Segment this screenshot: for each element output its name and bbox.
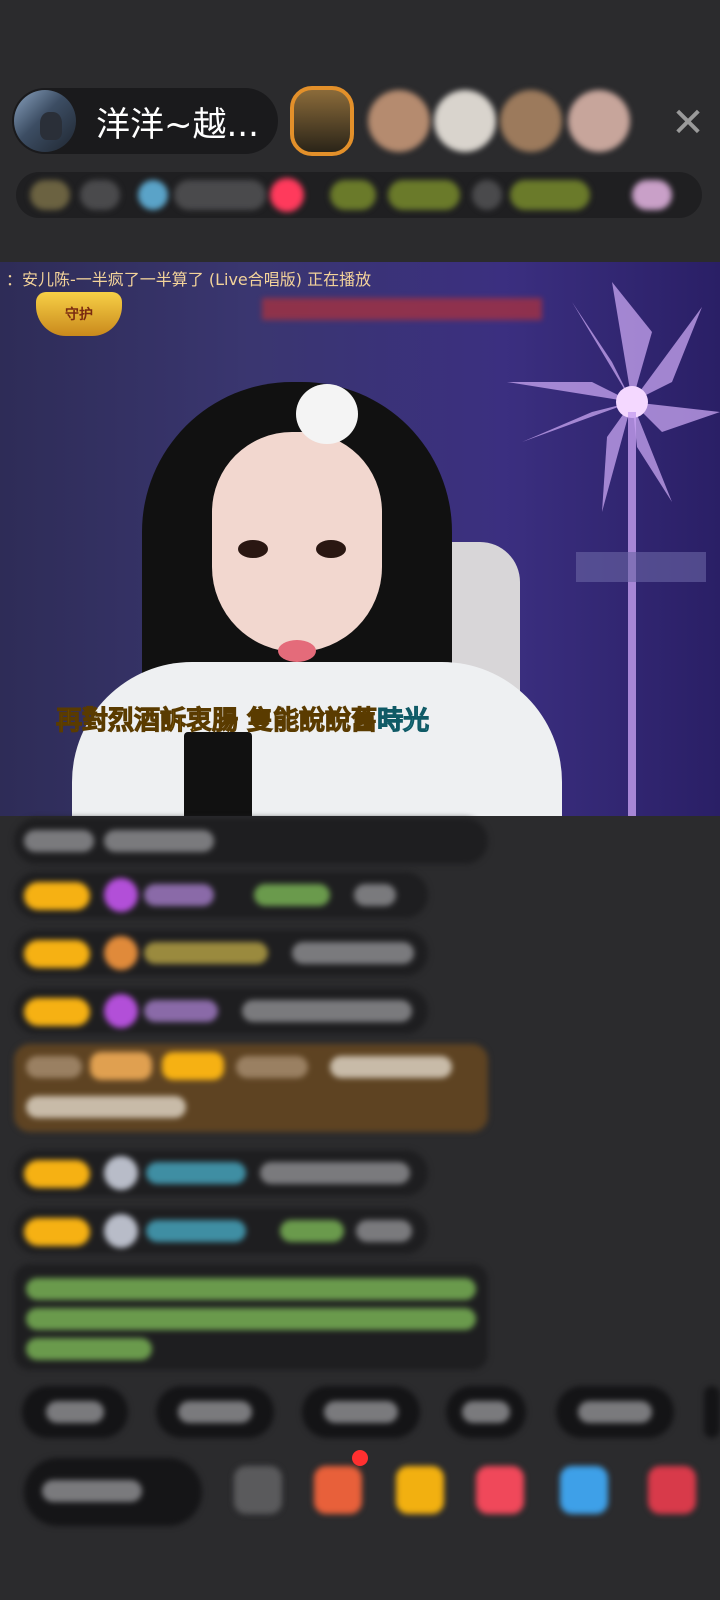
task-chip[interactable]: [388, 180, 460, 210]
notice-text: [26, 1278, 476, 1300]
lyric-subtitle: 再對烈酒訴衷腸 隻能說說舊時光: [55, 700, 430, 737]
live-video[interactable]: ：安儿陈-一半疯了一半算了 (Live合唱版) 正在播放 守护 再對烈酒訴衷腸 …: [0, 262, 720, 816]
quick-action-label: [178, 1401, 252, 1423]
level-badge: [24, 940, 90, 968]
chat-username[interactable]: [280, 1220, 344, 1242]
level-badge: [24, 882, 90, 910]
level-badge: [24, 1218, 90, 1246]
quick-action-label: [46, 1401, 104, 1423]
host-avatar[interactable]: [14, 90, 76, 152]
comment-placeholder: [42, 1480, 142, 1502]
host-name: 洋洋~越...: [96, 104, 259, 145]
task-chip[interactable]: [472, 180, 502, 210]
streamer-eye: [316, 540, 346, 558]
rank-chip[interactable]: [30, 180, 70, 210]
quick-action-button[interactable]: [22, 1386, 128, 1438]
diamond-icon: [104, 994, 138, 1028]
notice-text: [26, 1308, 476, 1330]
viewer-avatar[interactable]: [434, 90, 496, 152]
rank-text: [80, 180, 120, 210]
microphone: [184, 732, 252, 816]
now-playing-song: ：安儿陈-一半疯了一半算了 (Live合唱版) 正在播放: [6, 270, 372, 289]
streamer-eye: [238, 540, 268, 558]
viewer-avatar[interactable]: [500, 90, 562, 152]
chat-message[interactable]: [14, 1208, 428, 1254]
chat-username[interactable]: [254, 884, 330, 906]
fans-chip[interactable]: [138, 180, 168, 210]
chat-username[interactable]: [146, 1220, 246, 1242]
gift-pack-icon[interactable]: [648, 1466, 696, 1514]
level-badge: [162, 1052, 224, 1080]
viewer-avatar[interactable]: [368, 90, 430, 152]
chat-message-highlight[interactable]: [14, 1044, 488, 1132]
chat-message[interactable]: [14, 872, 428, 918]
treasure-icon[interactable]: [396, 1466, 444, 1514]
guardian-badge-text: 守护: [65, 307, 93, 323]
chat-username[interactable]: [144, 942, 268, 964]
gift-box-icon[interactable]: [314, 1466, 362, 1514]
level-badge: [24, 998, 90, 1026]
task-banner: [262, 298, 542, 320]
close-icon[interactable]: ✕: [668, 103, 708, 143]
live-dot: [270, 178, 304, 212]
chat-message[interactable]: [14, 818, 488, 864]
task-chip[interactable]: [510, 180, 590, 210]
avatar-icon: [104, 1156, 138, 1190]
quick-action-button[interactable]: [704, 1386, 720, 1438]
chat-username[interactable]: [144, 1000, 218, 1022]
chat-text: [104, 830, 214, 852]
host-profile-pill[interactable]: 洋洋~越...: [12, 88, 278, 154]
task-chip[interactable]: [330, 180, 376, 210]
fan-icon: [104, 936, 138, 970]
quick-action-button[interactable]: [556, 1386, 674, 1438]
fans-text: [174, 180, 266, 210]
chat-text: [292, 942, 414, 964]
diamond-icon: [104, 878, 138, 912]
quick-action-label: [462, 1401, 510, 1423]
chat-message[interactable]: [14, 930, 428, 976]
hair-clip: [296, 384, 358, 444]
streamer-face: [212, 432, 382, 652]
streamer-shirt: [72, 662, 562, 816]
level-badge: [24, 1160, 90, 1188]
chat-message[interactable]: [14, 988, 428, 1034]
chat-text: [330, 1056, 452, 1078]
quick-action-button[interactable]: [446, 1386, 526, 1438]
quick-action-label: [324, 1401, 398, 1423]
chat-message[interactable]: [14, 1150, 428, 1196]
viewer-avatar[interactable]: [290, 86, 354, 156]
chat-badge: [90, 1052, 152, 1080]
chat-text: [24, 830, 94, 852]
notice-text: [26, 1338, 152, 1360]
chat-username[interactable]: [144, 884, 214, 906]
avatar-icon: [104, 1214, 138, 1248]
guardian-badge[interactable]: 守护: [36, 292, 122, 336]
viewer-avatar[interactable]: [568, 90, 630, 152]
chat-text: [260, 1162, 410, 1184]
gift-icon[interactable]: [476, 1466, 524, 1514]
chat-text: [26, 1056, 82, 1078]
chat-username[interactable]: [236, 1056, 308, 1078]
lyric-tail: 時光: [377, 706, 430, 737]
comment-input[interactable]: [24, 1458, 202, 1526]
quick-action-button[interactable]: [156, 1386, 274, 1438]
game-icon[interactable]: [560, 1466, 608, 1514]
chat-username[interactable]: [146, 1162, 246, 1184]
quick-action-button[interactable]: [302, 1386, 420, 1438]
system-notice: [14, 1264, 488, 1370]
chat-text: [354, 884, 396, 906]
lyric-main: 再對烈酒訴衷腸 隻能說說舊: [55, 706, 378, 737]
chat-text: [242, 1000, 412, 1022]
chat-text: [26, 1096, 186, 1118]
chat-text: [356, 1220, 412, 1242]
notification-dot: [352, 1450, 368, 1466]
quick-action-label: [578, 1401, 652, 1423]
room-info-bar[interactable]: [16, 172, 702, 218]
emoji-icon[interactable]: [234, 1466, 282, 1514]
gift-icon[interactable]: [632, 180, 672, 210]
streamer-lips: [278, 640, 316, 662]
